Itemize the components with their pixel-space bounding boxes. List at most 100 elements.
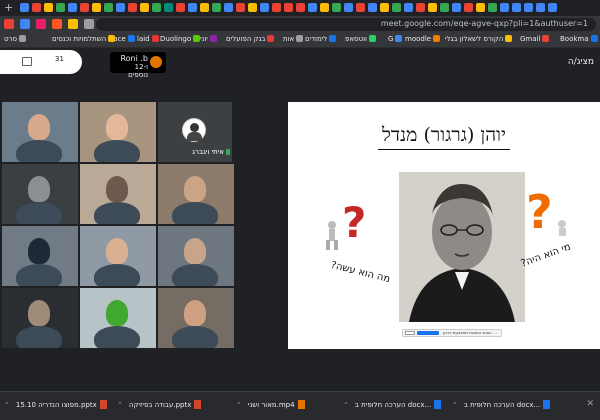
bookmark-item[interactable]: G (388, 35, 403, 43)
tab-favicon[interactable] (524, 3, 533, 12)
bookmark-item[interactable]: לימודים (305, 35, 337, 43)
download-menu-chevron-icon[interactable]: ⌃ (343, 401, 349, 409)
participant-tile[interactable] (80, 288, 156, 348)
extension-icon[interactable] (20, 19, 30, 29)
omnibox[interactable]: meet.google.com/eqe-agve-qxp?pli=1&authu… (96, 18, 596, 31)
chat-icon[interactable] (22, 57, 32, 66)
participant-tile[interactable] (158, 164, 234, 224)
participant-video-head (28, 114, 50, 140)
extension-icon[interactable] (36, 19, 46, 29)
meeting-info-card[interactable]: 31 (0, 50, 82, 74)
download-item[interactable]: mp4.מאור ושני ⌃ (236, 400, 305, 409)
bookmark-item[interactable]: laid (137, 35, 159, 43)
bookmark-item[interactable]: Bookma (560, 35, 598, 43)
tab-favicon[interactable] (56, 3, 65, 12)
tab-favicon[interactable] (200, 3, 209, 12)
participant-tile[interactable] (158, 226, 234, 286)
tab-favicon[interactable] (308, 3, 317, 12)
participant-tile[interactable] (2, 102, 78, 162)
tab-favicon[interactable] (284, 3, 293, 12)
download-menu-chevron-icon[interactable]: ⌃ (452, 401, 458, 409)
meet-header: מציג/ה Roni .b ו-12 נוספים 31 (0, 48, 600, 79)
participant-tile-named[interactable]: איתי ויגברג (158, 102, 232, 162)
tab-favicon[interactable] (212, 3, 221, 12)
stop-button[interactable] (405, 331, 415, 335)
bookmark-item[interactable]: ווטסאפ (345, 35, 376, 43)
tab-favicon[interactable] (248, 3, 257, 12)
download-item[interactable]: ...docx הערכה חלופית ב ⌃ (343, 400, 442, 409)
tab-favicon[interactable] (128, 3, 137, 12)
tab-favicon[interactable] (176, 3, 185, 12)
tab-favicon[interactable] (356, 3, 365, 12)
tab-favicon[interactable] (68, 3, 77, 12)
participant-tile[interactable] (2, 288, 78, 348)
tab-favicon[interactable] (488, 3, 497, 12)
download-item[interactable]: ...docx הערכה חלופית ב ⌃ (452, 400, 551, 409)
present-button[interactable] (417, 331, 439, 335)
bookmark-item[interactable]: הקורס לשאלון בגלי (445, 35, 513, 43)
tab-favicon[interactable] (224, 3, 233, 12)
tab-favicon[interactable] (440, 3, 449, 12)
participant-tile[interactable] (80, 102, 156, 162)
bookmark-item[interactable]: moodle (405, 35, 441, 43)
tab-favicon[interactable] (164, 3, 173, 12)
presenter-pill[interactable]: Roni .b ו-12 נוספים (110, 52, 166, 79)
participant-tile[interactable] (2, 164, 78, 224)
bookmark-item[interactable]: Gmail (520, 35, 550, 43)
participant-tile[interactable] (2, 226, 78, 286)
download-menu-chevron-icon[interactable]: ⌃ (236, 401, 242, 409)
tab-favicon[interactable] (272, 3, 281, 12)
tab-favicon[interactable] (548, 3, 557, 12)
tab-favicon[interactable] (152, 3, 161, 12)
extension-icon[interactable] (84, 19, 94, 29)
tab-favicon[interactable] (236, 3, 245, 12)
bookmark-item[interactable]: השתלמויות וכנסים (52, 35, 116, 43)
tab-favicon[interactable] (296, 3, 305, 12)
extension-icon[interactable] (4, 19, 14, 29)
bookmark-item[interactable]: יוני (200, 35, 217, 43)
tab-favicon[interactable] (116, 3, 125, 12)
download-item[interactable]: pptx.עבודה בפיזיקה ⌃ (117, 400, 202, 409)
tab-favicon[interactable] (344, 3, 353, 12)
extension-icon[interactable] (52, 19, 62, 29)
tab-favicon[interactable] (452, 3, 461, 12)
tab-favicon[interactable] (104, 3, 113, 12)
tab-favicon[interactable] (500, 3, 509, 12)
tab-favicon[interactable] (380, 3, 389, 12)
bookmark-label: G (388, 35, 394, 43)
download-menu-chevron-icon[interactable]: ⌃ (117, 401, 123, 409)
tab-favicon[interactable] (512, 3, 521, 12)
tab-favicon[interactable] (368, 3, 377, 12)
participant-tile[interactable] (80, 226, 156, 286)
tab-favicon[interactable] (392, 3, 401, 12)
tab-favicon[interactable] (536, 3, 545, 12)
tab-favicon[interactable] (428, 3, 437, 12)
tab-favicon[interactable] (188, 3, 197, 12)
bookmark-item[interactable]: אות (283, 35, 304, 43)
tab-favicon[interactable] (32, 3, 41, 12)
download-item[interactable]: pptx.מפוצו הנדריה 15.10 ⌃ (4, 400, 107, 409)
tab-favicon[interactable] (476, 3, 485, 12)
tab-favicon[interactable] (416, 3, 425, 12)
tab-favicons[interactable] (20, 3, 600, 14)
tab-favicon[interactable] (332, 3, 341, 12)
participant-tile[interactable] (158, 288, 234, 348)
bookmark-item[interactable]: Duolingo (160, 35, 201, 43)
close-downloads-icon[interactable]: ✕ (586, 399, 594, 409)
tab-favicon[interactable] (80, 3, 89, 12)
tab-favicon[interactable] (92, 3, 101, 12)
bookmark-item[interactable]: סרט (4, 35, 27, 43)
tab-favicon[interactable] (260, 3, 269, 12)
tab-favicon[interactable] (140, 3, 149, 12)
download-menu-chevron-icon[interactable]: ⌃ (4, 401, 10, 409)
tab-favicon[interactable] (320, 3, 329, 12)
tab-favicon[interactable] (44, 3, 53, 12)
extension-icon[interactable] (68, 19, 78, 29)
new-tab-button[interactable]: + (4, 1, 13, 14)
tab-favicon[interactable] (464, 3, 473, 12)
tab-favicon[interactable] (20, 3, 29, 12)
participant-tile[interactable] (80, 164, 156, 224)
bookmark-item[interactable]: בנק הפועלים (226, 35, 275, 43)
tab-favicon[interactable] (404, 3, 413, 12)
participant-video-body (94, 264, 140, 286)
